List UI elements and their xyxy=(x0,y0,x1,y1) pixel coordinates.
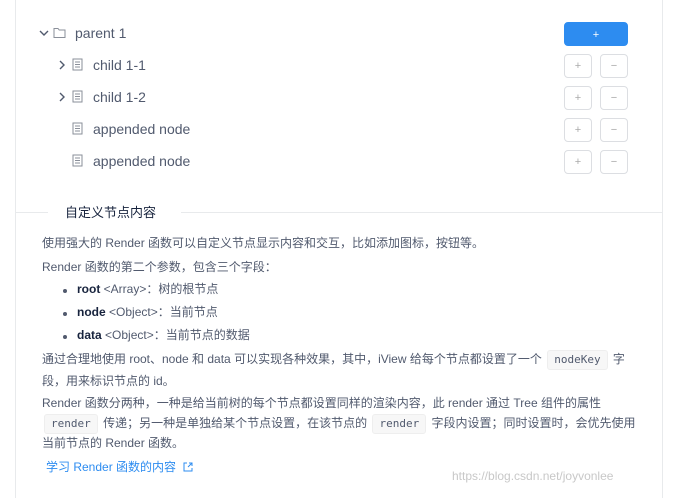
field-name: root xyxy=(77,282,101,296)
description-line: Render 函数分两种，一种是给当前树的每个节点都设置同样的渲染内容，此 re… xyxy=(42,396,601,410)
link-text[interactable]: 学习 Render 函数的内容 xyxy=(46,460,176,474)
tree-node-child[interactable]: child 1-2 + − xyxy=(0,83,676,111)
add-node-button[interactable]: + xyxy=(564,54,592,78)
description-line: 段，用来标识节点的 id。 xyxy=(42,374,175,388)
folder-icon xyxy=(53,26,66,39)
remove-node-button[interactable]: − xyxy=(600,86,628,110)
description-line: 通过合理地使用 root、node 和 data 可以实现各种效果，其中，iVi… xyxy=(42,350,625,370)
field-type: <Object> xyxy=(109,305,158,319)
tree-node-label[interactable]: child 1-1 xyxy=(93,56,146,74)
inline-code: nodeKey xyxy=(547,350,608,370)
tree-node-label[interactable]: parent 1 xyxy=(75,24,126,42)
tree-node-child[interactable]: appended node + − xyxy=(0,115,676,143)
add-node-button[interactable]: + xyxy=(564,118,592,142)
tree-node-child[interactable]: appended node + − xyxy=(0,147,676,175)
field-type: <Object> xyxy=(105,328,154,342)
inline-code: render xyxy=(372,414,427,434)
bullet-dot xyxy=(63,312,67,316)
inline-code: render xyxy=(44,414,98,434)
external-link-icon xyxy=(183,459,193,472)
learn-render-link[interactable]: 学习 Render 函数的内容 xyxy=(46,458,193,476)
field-desc: ：当前节点的数据 xyxy=(153,328,250,342)
section-divider-left xyxy=(16,212,48,213)
bullet-item: node <Object>：当前节点 xyxy=(77,303,218,321)
field-desc: ：树的根节点 xyxy=(146,282,219,296)
field-name: data xyxy=(77,328,102,342)
chevron-right-icon[interactable] xyxy=(56,59,68,71)
chevron-down-icon[interactable] xyxy=(38,27,50,39)
description-line: Render 函数的第二个参数，包含三个字段： xyxy=(42,260,277,274)
tree-node-label[interactable]: appended node xyxy=(93,152,190,170)
text-segment: 通过合理地使用 root、node 和 data 可以实现各种效果，其中，iVi… xyxy=(42,352,542,366)
field-type: <Array> xyxy=(103,282,147,296)
text-segment: 字段内设置；同时设置时，会优先使用 xyxy=(431,416,636,430)
chevron-right-icon[interactable] xyxy=(56,91,68,103)
remove-node-button[interactable]: − xyxy=(600,118,628,142)
remove-node-button[interactable]: − xyxy=(600,150,628,174)
remove-node-button[interactable]: − xyxy=(600,54,628,78)
add-node-button[interactable]: + xyxy=(564,150,592,174)
bullet-dot xyxy=(63,335,67,339)
text-segment: 传递；另一种是单独给某个节点设置，在该节点的 xyxy=(103,416,368,430)
field-name: node xyxy=(77,305,106,319)
bullet-item: data <Object>：当前节点的数据 xyxy=(77,326,250,344)
tree-node-label[interactable]: appended node xyxy=(93,120,190,138)
document-icon xyxy=(71,122,84,135)
document-icon xyxy=(71,90,84,103)
text-segment: 字 xyxy=(612,352,625,366)
document-icon xyxy=(71,58,84,71)
document-icon xyxy=(71,154,84,167)
tree-node-parent[interactable]: parent 1 + xyxy=(0,19,676,47)
add-node-button[interactable]: + xyxy=(564,22,628,46)
description-line: 当前节点的 Render 函数。 xyxy=(42,436,185,450)
section-title: 自定义节点内容 xyxy=(65,205,157,220)
tree-node-label[interactable]: child 1-2 xyxy=(93,88,146,106)
description-line: 使用强大的 Render 函数可以自定义节点显示内容和交互，比如添加图标，按钮等… xyxy=(42,236,485,250)
section-divider-right xyxy=(181,212,663,213)
add-node-button[interactable]: + xyxy=(564,86,592,110)
tree-node-child[interactable]: child 1-1 + − xyxy=(0,51,676,79)
watermark: https://blog.csdn.net/joyvonlee xyxy=(452,469,614,483)
field-desc: ：当前节点 xyxy=(157,305,218,319)
description-line: render 传递；另一种是单独给某个节点设置，在该节点的 render 字段内… xyxy=(42,414,636,434)
bullet-dot xyxy=(63,289,67,293)
bullet-item: root <Array>：树的根节点 xyxy=(77,280,218,298)
